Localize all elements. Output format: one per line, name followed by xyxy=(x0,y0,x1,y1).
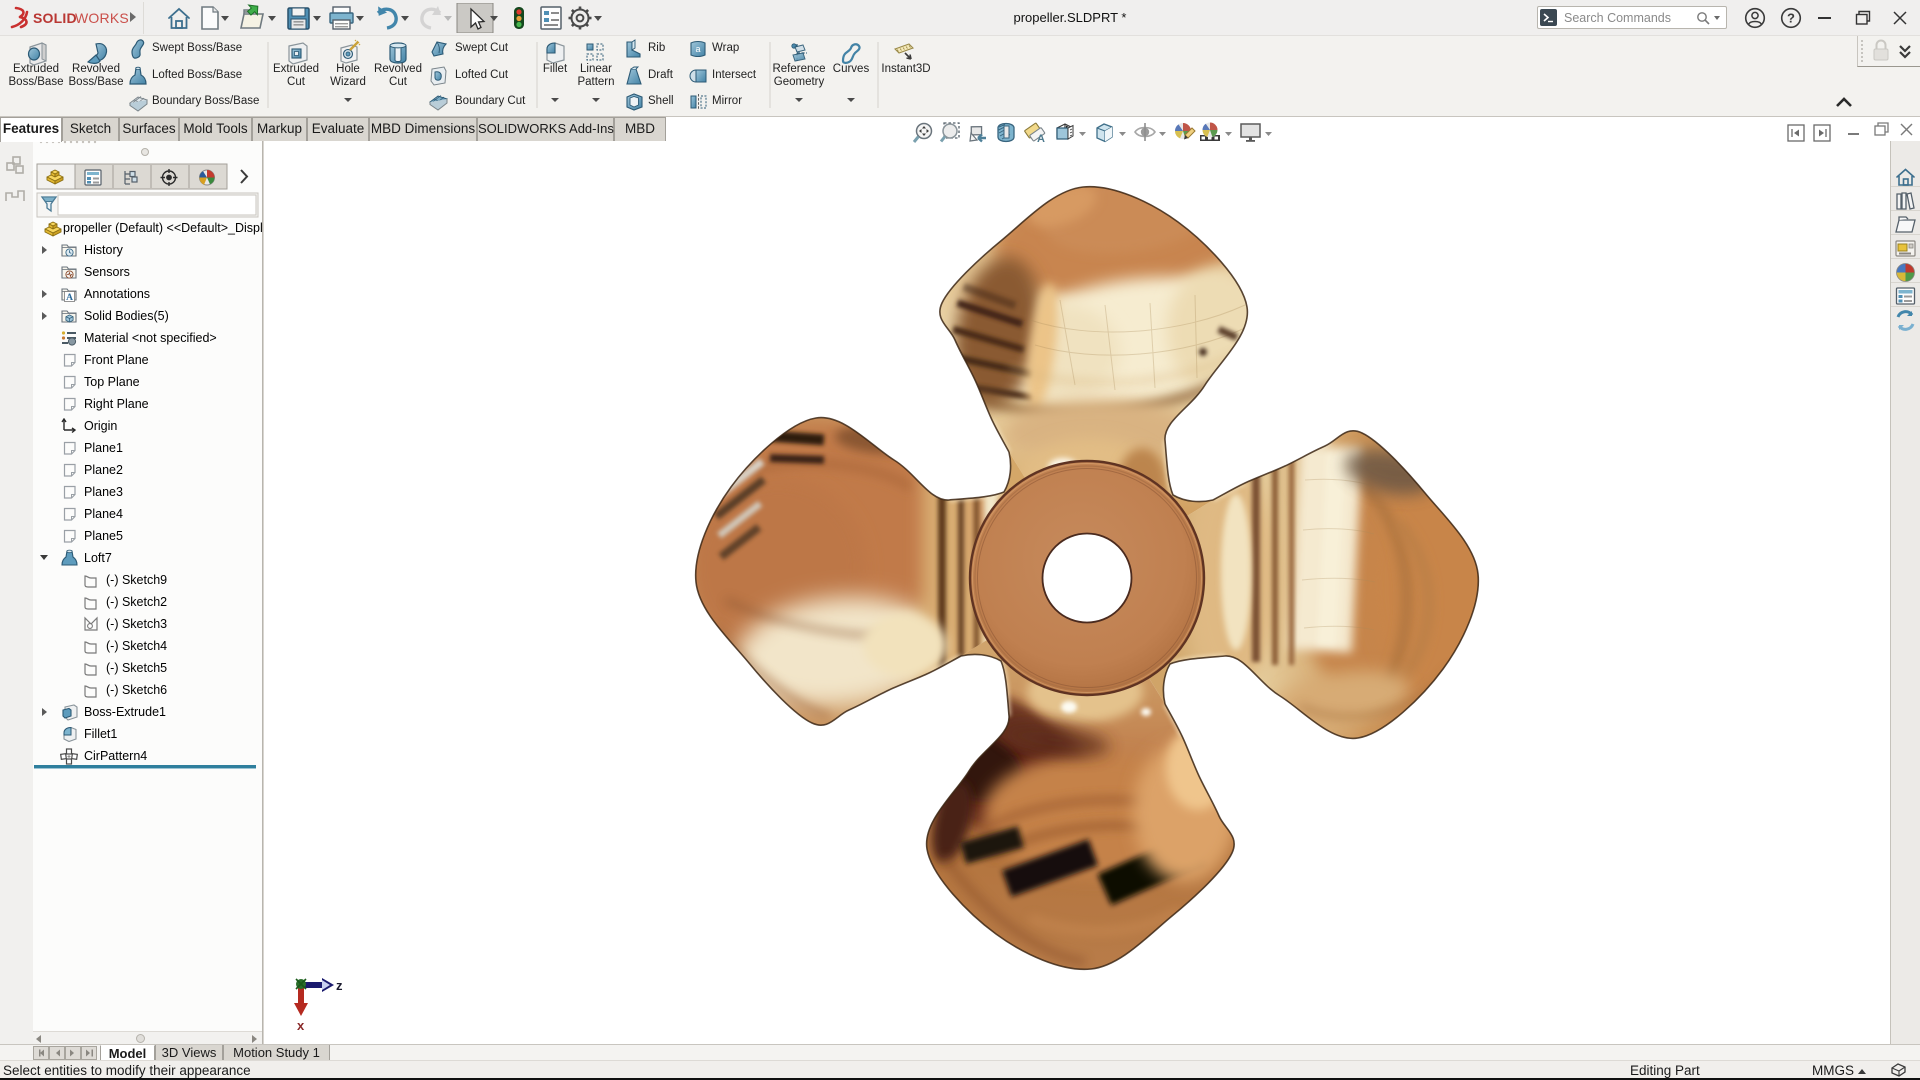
svg-text:A: A xyxy=(66,293,73,302)
svg-text:z: z xyxy=(336,978,343,993)
svg-text:SOLID: SOLID xyxy=(33,10,77,26)
svg-text:x: x xyxy=(297,1018,305,1033)
svg-text:a: a xyxy=(695,44,700,54)
svg-text:WORKS: WORKS xyxy=(75,10,129,26)
svg-text:?: ? xyxy=(1787,11,1795,26)
